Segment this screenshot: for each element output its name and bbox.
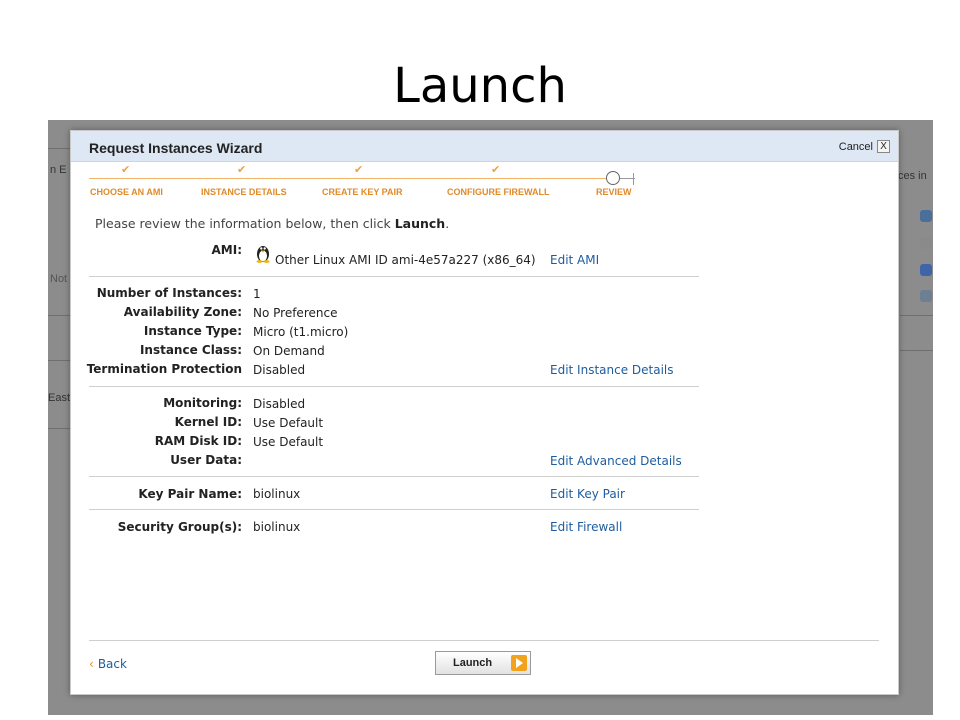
progress-line xyxy=(89,178,621,179)
chevron-left-icon: ‹ xyxy=(89,657,94,671)
wizard-title: Request Instances Wizard xyxy=(89,140,263,156)
edit-advanced-details-link[interactable]: Edit Advanced Details xyxy=(550,454,682,468)
intro-launch-word: Launch xyxy=(394,216,446,231)
intro-suffix: . xyxy=(445,216,450,231)
wizard-steps: ✔ CHOOSE AN AMI ✔ INSTANCE DETAILS ✔ CRE… xyxy=(89,163,649,203)
check-icon: ✔ xyxy=(354,163,364,176)
edit-firewall-link[interactable]: Edit Firewall xyxy=(550,520,622,534)
background-drop-icon xyxy=(920,264,932,276)
current-step-circle-icon xyxy=(606,171,620,185)
detail-label: Instance Class: xyxy=(139,343,242,357)
background-globe-icon xyxy=(920,210,932,222)
step-label: CONFIGURE FIREWALL xyxy=(447,187,550,197)
advanced-label: Kernel ID: xyxy=(174,415,242,429)
ami-value: Other Linux AMI ID ami-4e57a227 (x86_64) xyxy=(275,253,536,267)
security-group-value: biolinux xyxy=(253,520,301,534)
close-icon[interactable]: X xyxy=(877,140,890,153)
wizard-header: Request Instances Wizard Cancel X xyxy=(71,131,898,162)
section-divider xyxy=(89,509,699,510)
detail-label: Termination Protection xyxy=(86,362,242,376)
ami-label: AMI: xyxy=(211,243,243,257)
detail-label: Instance Type: xyxy=(143,324,242,338)
key-pair-value: biolinux xyxy=(253,487,301,501)
step-label: CHOOSE AN AMI xyxy=(90,187,163,197)
edit-key-pair-link[interactable]: Edit Key Pair xyxy=(550,487,625,501)
step-label: REVIEW xyxy=(596,187,632,197)
step-label: CREATE KEY PAIR xyxy=(322,187,403,197)
detail-value: On Demand xyxy=(253,344,325,358)
background-text-fragment: n E xyxy=(50,164,67,176)
background-divider xyxy=(48,360,70,361)
step-label: INSTANCE DETAILS xyxy=(201,187,287,197)
linux-tux-icon xyxy=(256,246,270,263)
arrow-right-icon xyxy=(511,655,527,671)
footer-divider xyxy=(89,640,879,641)
launch-button[interactable]: Launch xyxy=(435,651,531,675)
slide-title: Launch xyxy=(393,58,567,114)
cancel-label: Cancel xyxy=(838,140,873,153)
advanced-value: Disabled xyxy=(253,397,306,411)
back-label: Back xyxy=(97,657,127,671)
security-group-label: Security Group(s): xyxy=(117,520,242,534)
detail-value: No Preference xyxy=(253,306,338,320)
section-divider xyxy=(89,386,699,387)
intro-text: Please review the information below, the… xyxy=(95,216,395,231)
background-text-fragment: East xyxy=(48,392,71,404)
edit-ami-link[interactable]: Edit AMI xyxy=(550,253,599,267)
launch-label: Launch xyxy=(453,657,493,669)
check-icon: ✔ xyxy=(237,163,247,176)
edit-instance-details-link[interactable]: Edit Instance Details xyxy=(550,363,674,377)
background-divider xyxy=(900,315,933,316)
detail-label: Number of Instances: xyxy=(96,286,242,300)
background-divider xyxy=(900,350,933,351)
advanced-value: Use Default xyxy=(253,416,324,430)
background-divider xyxy=(48,315,70,316)
advanced-value: Use Default xyxy=(253,435,324,449)
review-instructions: Please review the information below, the… xyxy=(95,216,449,231)
section-divider xyxy=(89,276,699,277)
background-text-fragment: ces in xyxy=(898,170,927,182)
advanced-label: User Data: xyxy=(170,453,242,467)
progress-line-end xyxy=(633,173,634,185)
request-instances-wizard: Request Instances Wizard Cancel X ✔ CHOO… xyxy=(70,130,899,695)
check-icon: ✔ xyxy=(491,163,501,176)
check-icon: ✔ xyxy=(121,163,131,176)
advanced-label: Monitoring: xyxy=(163,396,242,410)
detail-value: 1 xyxy=(253,287,261,301)
section-divider xyxy=(89,476,699,477)
detail-value: Micro (t1.micro) xyxy=(253,325,349,339)
background-server-icon xyxy=(920,290,932,302)
background-divider xyxy=(48,148,70,149)
detail-value: Disabled xyxy=(253,363,306,377)
background-camera-icon xyxy=(920,237,932,249)
cancel-button[interactable]: Cancel X xyxy=(839,140,890,153)
background-text-fragment: Not xyxy=(50,273,68,285)
advanced-label: RAM Disk ID: xyxy=(154,434,242,448)
back-button[interactable]: ‹ Back xyxy=(89,657,127,671)
background-divider xyxy=(48,428,70,429)
detail-label: Availability Zone: xyxy=(123,305,242,319)
key-pair-label: Key Pair Name: xyxy=(138,487,242,501)
